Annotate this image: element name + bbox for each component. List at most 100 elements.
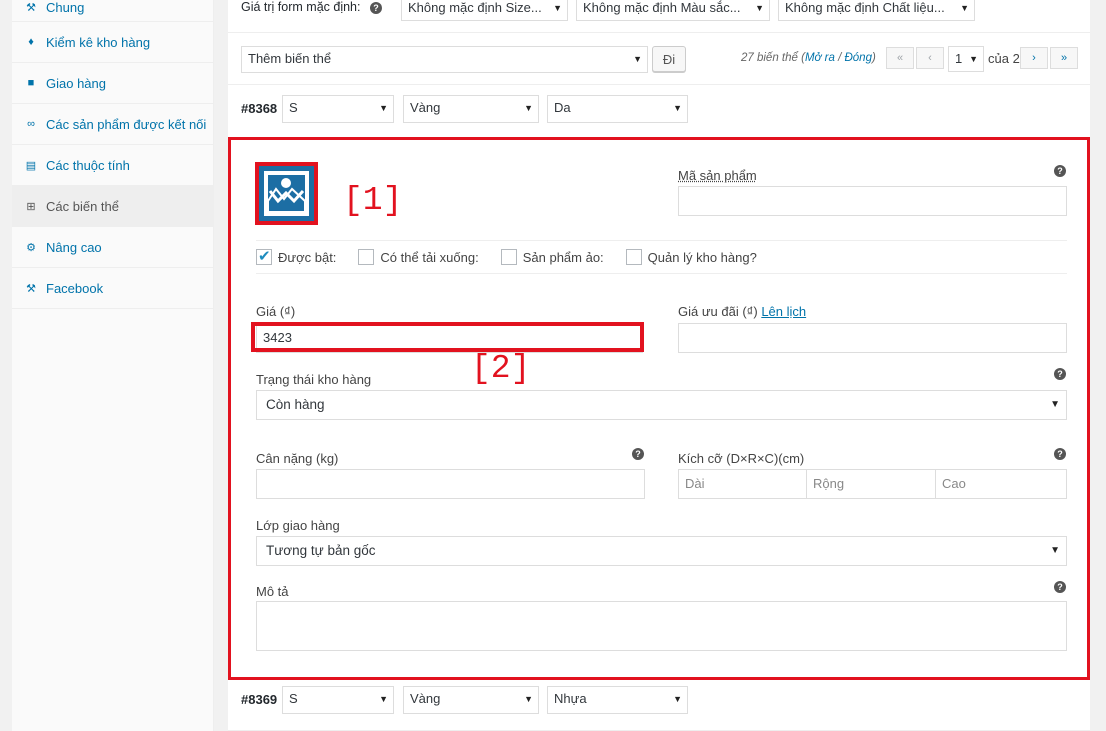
shipping-class-select[interactable]: Tương tự bản gốc ▼ bbox=[256, 536, 1067, 566]
price-label: Giá (₫) bbox=[256, 304, 296, 319]
description-textarea[interactable] bbox=[256, 601, 1067, 651]
checkbox-icon[interactable] bbox=[500, 249, 517, 265]
virtual-checkbox[interactable]: Sản phẩm ảo: bbox=[500, 249, 604, 265]
chevron-down-icon: ▼ bbox=[633, 54, 642, 64]
sidebar-item-label: Các sản phẩm được kết nối bbox=[46, 116, 207, 132]
variation-id: #8369 bbox=[241, 692, 278, 707]
chevron-down-icon: ▼ bbox=[755, 3, 764, 13]
variation-details: [1] Mã sản phẩm ? Được bật: Có thể tải x… bbox=[228, 137, 1090, 680]
chevron-down-icon: ▼ bbox=[553, 3, 562, 13]
chevron-down-icon: ▼ bbox=[379, 103, 388, 113]
sidebar-item-label: Facebook bbox=[46, 280, 104, 296]
sidebar-item-inventory[interactable]: ♦ Kiểm kê kho hàng bbox=[12, 22, 213, 63]
sidebar-item-label: Nâng cao bbox=[46, 239, 102, 255]
chevron-down-icon: ▼ bbox=[673, 694, 682, 704]
help-icon[interactable]: ? bbox=[1054, 368, 1066, 380]
page-of-label: của 2 bbox=[988, 51, 1020, 66]
table-icon: ▤ bbox=[25, 159, 37, 172]
help-icon[interactable]: ? bbox=[1054, 165, 1066, 177]
default-form-values-row: Giá trị form mặc định: ? Không mặc định … bbox=[228, 0, 1090, 33]
checkbox-checked-icon[interactable] bbox=[256, 247, 272, 265]
schedule-link[interactable]: Lên lịch bbox=[761, 304, 806, 319]
sale-price-label: Giá ưu đãi (₫) Lên lịch bbox=[678, 304, 807, 319]
variation-size-select[interactable]: S ▼ bbox=[282, 686, 394, 714]
expand-all-link[interactable]: Mở ra bbox=[805, 52, 835, 64]
variation-image-upload[interactable] bbox=[255, 162, 318, 225]
grid-icon: ⊞ bbox=[26, 200, 36, 213]
variation-id: #8368 bbox=[241, 101, 278, 116]
sidebar-item-variations[interactable]: ⊞ Các biến thể bbox=[12, 186, 213, 227]
variations-panel: Giá trị form mặc định: ? Không mặc định … bbox=[228, 0, 1090, 731]
length-input[interactable]: Dài bbox=[678, 469, 807, 499]
height-input[interactable]: Cao bbox=[935, 469, 1067, 499]
page-select[interactable]: 1 ▼ bbox=[948, 46, 984, 72]
link-icon: ∞ bbox=[27, 118, 35, 130]
sale-price-input[interactable] bbox=[678, 323, 1067, 353]
enabled-checkbox[interactable]: Được bật: bbox=[256, 247, 336, 265]
sidebar-item-general[interactable]: ⚒ Chung bbox=[12, 0, 213, 22]
variation-color-select[interactable]: Vàng ▼ bbox=[403, 95, 539, 123]
tag-icon: ♦ bbox=[28, 36, 34, 48]
chevron-down-icon: ▼ bbox=[960, 3, 969, 13]
manage-stock-checkbox[interactable]: Quản lý kho hàng? bbox=[625, 249, 757, 265]
variation-header[interactable]: #8368 S ▼ Vàng ▼ Da ▼ bbox=[228, 86, 1090, 136]
sidebar-item-shipping[interactable]: ■ Giao hàng bbox=[12, 63, 213, 104]
sidebar-item-label: Các biến thể bbox=[46, 198, 119, 214]
weight-label: Cân nặng (kg) bbox=[256, 451, 339, 466]
width-input[interactable]: Rộng bbox=[806, 469, 936, 499]
variations-toolbar: Thêm biến thể ▼ Đi 27 biến thể (Mở ra / Đ… bbox=[228, 34, 1090, 85]
image-placeholder-icon bbox=[264, 171, 309, 216]
variation-options-row: Được bật: Có thể tải xuống: Sản phẩm ảo:… bbox=[256, 240, 1067, 274]
wrench-icon: ⚒ bbox=[26, 282, 36, 295]
sidebar-item-linked-products[interactable]: ∞ Các sản phẩm được kết nối bbox=[12, 104, 213, 145]
annotation-highlight-box bbox=[251, 322, 644, 352]
checkbox-icon[interactable] bbox=[625, 249, 642, 265]
default-size-select[interactable]: Không mặc định Size... ▼ bbox=[401, 0, 568, 21]
dimensions-label: Kích cỡ (D×R×C)(cm) bbox=[678, 451, 805, 466]
sidebar-item-label: Kiểm kê kho hàng bbox=[46, 34, 151, 50]
product-data-panel: ⚒ Chung ♦ Kiểm kê kho hàng ■ Giao hàng ∞… bbox=[0, 0, 1106, 731]
sidebar-item-facebook[interactable]: ⚒ Facebook bbox=[12, 268, 213, 309]
help-icon[interactable]: ? bbox=[632, 448, 644, 460]
gear-icon: ⚙ bbox=[26, 241, 36, 254]
checkbox-icon[interactable] bbox=[358, 249, 375, 265]
shipping-class-label: Lớp giao hàng bbox=[256, 518, 340, 533]
downloadable-checkbox[interactable]: Có thể tải xuống: bbox=[358, 249, 479, 265]
default-color-select[interactable]: Không mặc định Màu sắc... ▼ bbox=[576, 0, 770, 21]
sidebar-item-label: Các thuộc tính bbox=[46, 157, 130, 173]
help-icon[interactable]: ? bbox=[1054, 448, 1066, 460]
sku-input[interactable] bbox=[678, 186, 1067, 216]
variation-material-select[interactable]: Nhựa ▼ bbox=[547, 686, 688, 714]
sidebar-item-attributes[interactable]: ▤ Các thuộc tính bbox=[12, 145, 213, 186]
variation-material-select[interactable]: Da ▼ bbox=[547, 95, 688, 123]
chevron-down-icon: ▼ bbox=[1050, 399, 1060, 410]
help-icon[interactable]: ? bbox=[1054, 581, 1066, 593]
variation-count: 27 biến thể (Mở ra / Đóng) bbox=[741, 52, 876, 64]
last-page-button[interactable]: » bbox=[1050, 47, 1078, 69]
help-icon[interactable]: ? bbox=[369, 2, 382, 14]
chevron-down-icon: ▼ bbox=[379, 694, 388, 704]
sidebar-item-advanced[interactable]: ⚙ Nâng cao bbox=[12, 227, 213, 268]
truck-icon: ■ bbox=[27, 77, 35, 89]
chevron-down-icon: ▼ bbox=[969, 54, 978, 64]
product-data-tabs: ⚒ Chung ♦ Kiểm kê kho hàng ■ Giao hàng ∞… bbox=[12, 0, 214, 731]
variation-action-select[interactable]: Thêm biến thể ▼ bbox=[241, 46, 648, 73]
next-page-button[interactable]: › bbox=[1020, 47, 1048, 69]
sidebar-item-label: Giao hàng bbox=[46, 75, 106, 91]
variation-color-select[interactable]: Vàng ▼ bbox=[403, 686, 539, 714]
sku-label: Mã sản phẩm bbox=[678, 168, 757, 183]
description-label: Mô tả bbox=[256, 584, 289, 599]
stock-status-label: Trạng thái kho hàng bbox=[256, 372, 372, 387]
weight-input[interactable] bbox=[256, 469, 645, 499]
collapse-all-link[interactable]: Đóng bbox=[844, 52, 872, 64]
prev-page-button[interactable]: ‹ bbox=[916, 47, 944, 69]
first-page-button[interactable]: « bbox=[886, 47, 914, 69]
go-button[interactable]: Đi bbox=[652, 46, 686, 72]
default-material-select[interactable]: Không mặc định Chất liệu... ▼ bbox=[778, 0, 975, 21]
variation-size-select[interactable]: S ▼ bbox=[282, 95, 394, 123]
variation-header[interactable]: #8369 S ▼ Vàng ▼ Nhựa ▼ bbox=[228, 681, 1090, 731]
chevron-down-icon: ▼ bbox=[673, 103, 682, 113]
annotation-one: [1] bbox=[343, 182, 403, 219]
stock-status-select[interactable]: Còn hàng ▼ bbox=[256, 390, 1067, 420]
chevron-down-icon: ▼ bbox=[524, 694, 533, 704]
